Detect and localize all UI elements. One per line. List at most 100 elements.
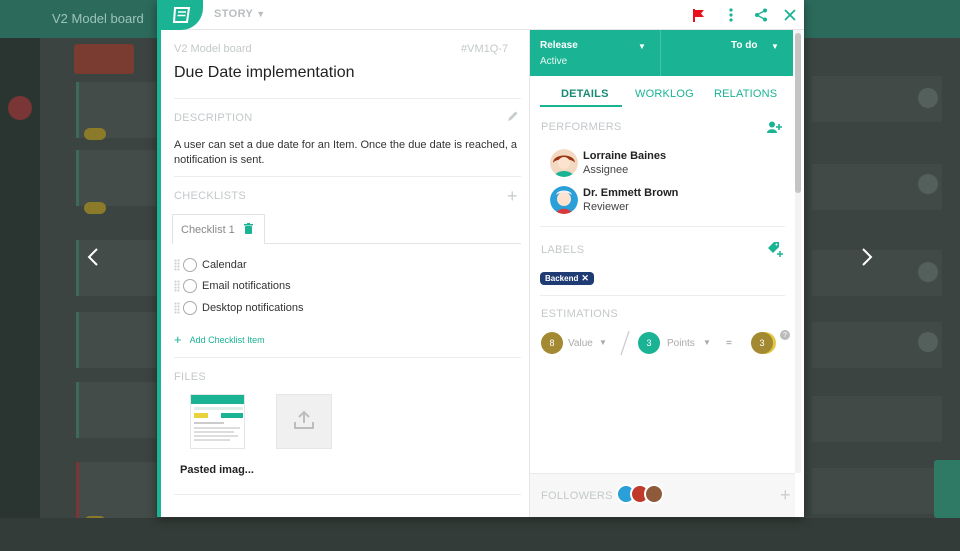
board-status-dropdown[interactable]: Release Active ▼ xyxy=(530,30,661,76)
add-follower-button[interactable]: + xyxy=(780,486,791,504)
item-title[interactable]: Due Date implementation xyxy=(174,64,355,82)
board-status-state: Active xyxy=(540,56,568,67)
scrollbar[interactable] xyxy=(795,30,801,473)
close-icon[interactable] xyxy=(782,7,798,23)
value-estimate-label: Value xyxy=(568,338,593,349)
followers-heading: FOLLOWERS xyxy=(541,490,613,502)
result-estimate: 3 xyxy=(751,332,773,354)
add-checklist-item-label: Add Checklist Item xyxy=(189,334,265,345)
item-details-panel: Release Active ▼ To do ▼ DETAILS WORKLOG… xyxy=(529,30,804,517)
upload-file-button[interactable] xyxy=(276,394,332,449)
file-thumbnail[interactable] xyxy=(190,394,245,449)
label-chip[interactable]: Backend ✕ xyxy=(540,272,594,285)
performer-role: Assignee xyxy=(583,164,629,176)
help-icon[interactable]: ? xyxy=(780,330,790,340)
upload-icon xyxy=(293,410,315,433)
background-avatar xyxy=(918,88,938,108)
checklist-item[interactable]: Desktop notifications xyxy=(174,299,304,317)
background-side-tab xyxy=(934,460,960,518)
chevron-down-icon: ▼ xyxy=(256,9,266,19)
trash-icon[interactable] xyxy=(244,223,253,237)
avatar xyxy=(550,149,578,177)
add-checklist-item-button[interactable]: + Add Checklist Item xyxy=(174,332,265,347)
divider xyxy=(174,176,521,177)
follower-avatar[interactable] xyxy=(644,484,664,504)
estimations-heading: ESTIMATIONS xyxy=(541,308,619,320)
performer-row[interactable]: Lorraine Baines Assignee xyxy=(550,149,666,177)
item-detail-modal: STORY ▼ V2 Model board #VM1Q-7 Due Date i… xyxy=(157,0,804,517)
background-card xyxy=(812,396,942,442)
share-icon[interactable] xyxy=(753,7,769,23)
next-item-button[interactable] xyxy=(856,246,878,268)
checklist-item[interactable]: Calendar xyxy=(174,256,247,274)
remove-label-icon[interactable]: ✕ xyxy=(581,273,589,284)
description-heading: DESCRIPTION xyxy=(174,112,253,124)
item-main-panel: V2 Model board #VM1Q-7 Due Date implemen… xyxy=(161,30,529,517)
estimation-row: 8 Value ▼ 3 Points ▼ = 3 ? xyxy=(541,330,791,356)
chevron-down-icon[interactable]: ▼ xyxy=(703,338,711,347)
previous-item-button[interactable] xyxy=(82,246,104,268)
background-avatar xyxy=(918,332,938,352)
pencil-icon[interactable] xyxy=(507,110,519,125)
background-footer xyxy=(0,518,960,551)
background-card-badge xyxy=(84,202,106,214)
drag-handle-icon[interactable] xyxy=(174,259,180,271)
plus-icon: + xyxy=(174,332,182,347)
flag-icon[interactable] xyxy=(691,7,707,23)
performers-heading: PERFORMERS xyxy=(541,121,622,133)
checklist-item-label: Desktop notifications xyxy=(202,302,304,314)
scrollbar-thumb[interactable] xyxy=(795,33,801,193)
performer-role: Reviewer xyxy=(583,201,629,213)
performer-name: Dr. Emmett Brown xyxy=(583,187,679,199)
more-vertical-icon[interactable] xyxy=(723,7,739,23)
performer-row[interactable]: Dr. Emmett Brown Reviewer xyxy=(550,186,678,214)
background-card xyxy=(76,462,156,518)
checklist-item[interactable]: Email notifications xyxy=(174,277,291,295)
background-card xyxy=(76,312,156,368)
drag-handle-icon[interactable] xyxy=(174,302,180,314)
points-estimate-label: Points xyxy=(667,338,695,349)
checklist-item-checkbox[interactable] xyxy=(183,279,197,293)
divider xyxy=(540,295,785,296)
tab-checklist-1[interactable]: Checklist 1 xyxy=(172,214,265,244)
divider xyxy=(174,98,521,99)
add-user-icon[interactable] xyxy=(767,121,783,136)
tab-details[interactable]: DETAILS xyxy=(561,88,609,100)
checklists-heading: CHECKLISTS xyxy=(174,190,247,202)
background-sidebar-icon xyxy=(8,96,32,120)
board-name: V2 Model board xyxy=(174,43,252,55)
column-status-name[interactable]: To do xyxy=(731,40,757,51)
background-app-sidebar xyxy=(0,38,40,551)
item-type-dropdown[interactable]: STORY ▼ xyxy=(214,8,266,20)
description-text[interactable]: A user can set a due date for an Item. O… xyxy=(174,138,524,168)
book-icon xyxy=(161,0,203,30)
labels-heading: LABELS xyxy=(541,244,585,256)
drag-handle-icon[interactable] xyxy=(174,280,180,292)
divider xyxy=(174,357,521,358)
file-name[interactable]: Pasted imag... xyxy=(180,464,254,476)
divider xyxy=(265,243,521,244)
add-checklist-button[interactable]: + xyxy=(507,187,518,205)
checklist-item-checkbox[interactable] xyxy=(183,258,197,272)
board-status-name: Release xyxy=(540,40,578,51)
chevron-down-icon[interactable]: ▼ xyxy=(771,42,779,51)
label-name: Backend xyxy=(545,274,579,283)
value-estimate[interactable]: 8 xyxy=(541,332,563,354)
checklist-item-checkbox[interactable] xyxy=(183,301,197,315)
tab-relations[interactable]: RELATIONS xyxy=(714,88,777,100)
divider xyxy=(540,226,785,227)
files-heading: FILES xyxy=(174,371,207,383)
divider-slash xyxy=(620,330,630,356)
background-avatar xyxy=(918,174,938,194)
background-card xyxy=(76,150,156,206)
checklist-tab-label: Checklist 1 xyxy=(181,224,235,236)
followers-section: FOLLOWERS + xyxy=(530,473,795,517)
tab-worklog[interactable]: WORKLOG xyxy=(635,88,694,100)
equals-sign: = xyxy=(726,338,732,349)
background-card-badge xyxy=(84,128,106,140)
background-card xyxy=(76,382,156,438)
points-estimate[interactable]: 3 xyxy=(638,332,660,354)
tag-plus-icon[interactable] xyxy=(767,242,783,260)
background-avatar xyxy=(918,262,938,282)
chevron-down-icon[interactable]: ▼ xyxy=(599,338,607,347)
